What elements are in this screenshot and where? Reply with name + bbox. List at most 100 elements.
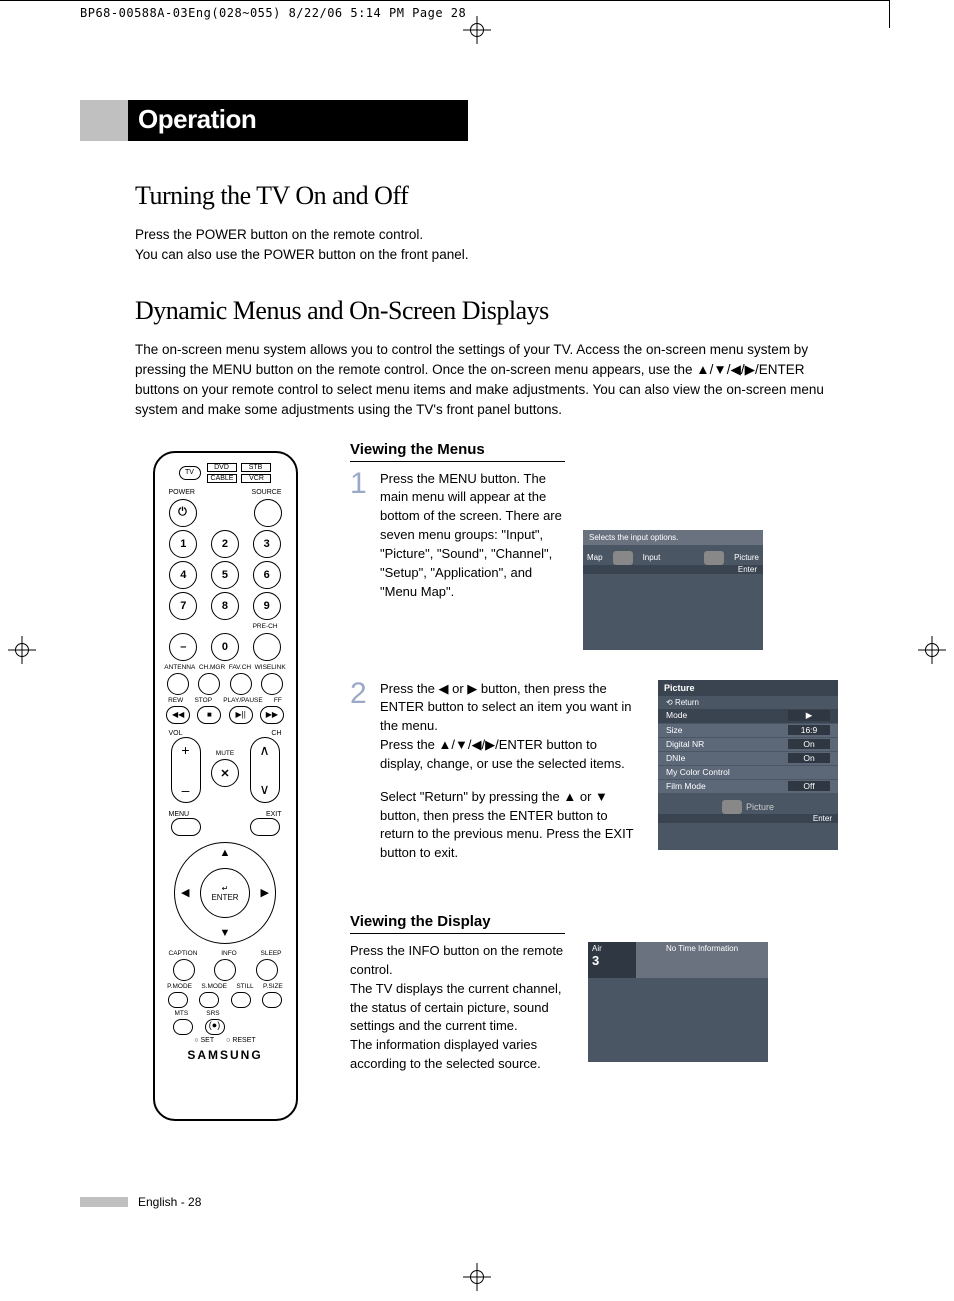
ff-button: ▶▶ bbox=[260, 706, 284, 724]
vol-up-icon: + bbox=[181, 742, 189, 758]
power-para-1: Press the POWER button on the remote con… bbox=[135, 225, 835, 245]
viewing-menus-heading: Viewing the Menus bbox=[350, 441, 565, 462]
num-3-button: 3 bbox=[253, 530, 281, 558]
step-2-text-a: Press the ◀ or ▶ button, then press the … bbox=[380, 680, 640, 737]
volume-rocker: + – bbox=[171, 737, 201, 803]
stb-mode-button: STB bbox=[241, 463, 271, 472]
power-button: ⏻ bbox=[169, 499, 197, 527]
dpad-down-icon: ▼ bbox=[220, 927, 231, 939]
channel-rocker: ∧ ∨ bbox=[250, 737, 280, 803]
menu-button bbox=[171, 818, 201, 836]
num-1-button: 1 bbox=[169, 530, 197, 558]
info-label: INFO bbox=[221, 950, 237, 957]
display-text-2: The TV displays the current channel, the… bbox=[350, 980, 570, 1037]
osd-picture-menu: Picture ⟲ Return Mode▶ Size16:9 Digital … bbox=[658, 680, 838, 850]
reset-label: ○ RESET bbox=[226, 1037, 256, 1044]
num-8-button: 8 bbox=[211, 592, 239, 620]
vol-label: VOL bbox=[169, 730, 183, 737]
chmgr-label: CH.MGR bbox=[199, 664, 225, 671]
enter-label: ENTER bbox=[211, 893, 238, 902]
set-label: ○ SET bbox=[194, 1037, 214, 1044]
antenna-label: ANTENNA bbox=[164, 664, 195, 671]
vcr-mode-button: VCR bbox=[241, 474, 271, 483]
rew-button: ◀◀ bbox=[166, 706, 190, 724]
rew-label: REW bbox=[168, 697, 183, 704]
wiselink-label: WISELINK bbox=[255, 664, 286, 671]
exit-label: EXIT bbox=[266, 811, 282, 818]
power-para-2: You can also use the POWER button on the… bbox=[135, 245, 835, 265]
play-button: ▶|| bbox=[229, 706, 253, 724]
dpad-right-icon: ▶ bbox=[261, 886, 269, 899]
sleep-label: SLEEP bbox=[261, 950, 282, 957]
step-2-text-b: Press the ▲/▼/◀/▶/ENTER button to displa… bbox=[380, 736, 640, 774]
heading-bar bbox=[80, 100, 128, 141]
crop-mark-top bbox=[0, 0, 890, 1]
mts-button bbox=[173, 1019, 193, 1035]
sleep-button bbox=[256, 959, 278, 981]
ch-up-icon: ∧ bbox=[259, 742, 269, 759]
display-text-3: The information displayed varies accordi… bbox=[350, 1036, 570, 1074]
osd3-channel: 3 bbox=[592, 953, 632, 968]
crop-mark-right bbox=[889, 0, 890, 28]
chmgr-button bbox=[198, 673, 220, 695]
osd3-air: Air bbox=[592, 944, 632, 953]
num-7-button: 7 bbox=[169, 592, 197, 620]
exit-button bbox=[250, 818, 280, 836]
osd-hint: Selects the input options. bbox=[583, 530, 763, 545]
step-2-text-c: Select "Return" by pressing the ▲ or ▼ b… bbox=[380, 788, 640, 863]
source-button bbox=[254, 499, 282, 527]
input-icon bbox=[613, 551, 633, 565]
page-heading: Operation bbox=[128, 100, 468, 141]
section-title-power: Turning the TV On and Off bbox=[135, 181, 850, 211]
num-0-button: 0 bbox=[211, 633, 239, 661]
dvd-mode-button: DVD bbox=[207, 463, 237, 472]
picture-icon bbox=[722, 800, 742, 814]
remote-illustration: TV DVD STB CABLE VCR bbox=[153, 451, 298, 1121]
osd-main-menu: Selects the input options. Map Input Pic… bbox=[583, 530, 763, 650]
osd2-row-digitalnr: Digital NROn bbox=[658, 738, 838, 751]
registration-mark-icon bbox=[918, 636, 946, 664]
caption-label: CAPTION bbox=[169, 950, 198, 957]
osd2-enter-hint: Enter bbox=[658, 814, 838, 823]
favch-label: FAV.CH bbox=[229, 664, 251, 671]
num-6-button: 6 bbox=[253, 561, 281, 589]
crop-header: BP68-00588A-03Eng(028~055) 8/22/06 5:14 … bbox=[80, 6, 466, 20]
ch-label: CH bbox=[271, 730, 281, 737]
osd3-no-time: No Time Information bbox=[636, 942, 768, 978]
num-9-button: 9 bbox=[253, 592, 281, 620]
mts-label: MTS bbox=[175, 1010, 189, 1017]
smode-button bbox=[199, 992, 219, 1008]
brand-logo: SAMSUNG bbox=[163, 1048, 288, 1062]
page-number: English - 28 bbox=[138, 1195, 201, 1209]
registration-mark-icon bbox=[8, 636, 36, 664]
srs-button: (●) bbox=[205, 1019, 225, 1035]
tv-mode-button: TV bbox=[179, 466, 201, 480]
step-2-number: 2 bbox=[350, 680, 370, 864]
pre-ch-label: PRE-CH bbox=[163, 623, 288, 630]
footer-bar bbox=[80, 1197, 128, 1207]
power-label: POWER bbox=[169, 489, 195, 496]
osd-enter-hint: Enter bbox=[583, 565, 763, 574]
pre-ch-button bbox=[253, 633, 281, 661]
osd2-row-size: Size16:9 bbox=[658, 724, 838, 737]
still-button bbox=[231, 992, 251, 1008]
registration-mark-icon bbox=[463, 16, 491, 44]
osd-tab-picture: Picture bbox=[734, 553, 759, 562]
osd2-row-filmmode: Film ModeOff bbox=[658, 780, 838, 793]
num-5-button: 5 bbox=[211, 561, 239, 589]
osd-info-display: Air 3 No Time Information bbox=[588, 942, 768, 1062]
num-4-button: 4 bbox=[169, 561, 197, 589]
dpad: ▲ ▼ ◀ ▶ ↵ ENTER bbox=[174, 842, 276, 944]
registration-mark-icon bbox=[463, 1263, 491, 1291]
psize-button bbox=[262, 992, 282, 1008]
viewing-display-heading: Viewing the Display bbox=[350, 913, 565, 934]
pmode-button bbox=[168, 992, 188, 1008]
step-1-number: 1 bbox=[350, 470, 370, 650]
osd2-category: Picture bbox=[746, 802, 774, 812]
enter-button: ↵ ENTER bbox=[200, 868, 250, 918]
still-label: STILL bbox=[236, 983, 253, 990]
num-2-button: 2 bbox=[211, 530, 239, 558]
enter-icon: ↵ bbox=[222, 884, 229, 893]
dpad-left-icon: ◀ bbox=[181, 886, 189, 899]
antenna-button bbox=[167, 673, 189, 695]
